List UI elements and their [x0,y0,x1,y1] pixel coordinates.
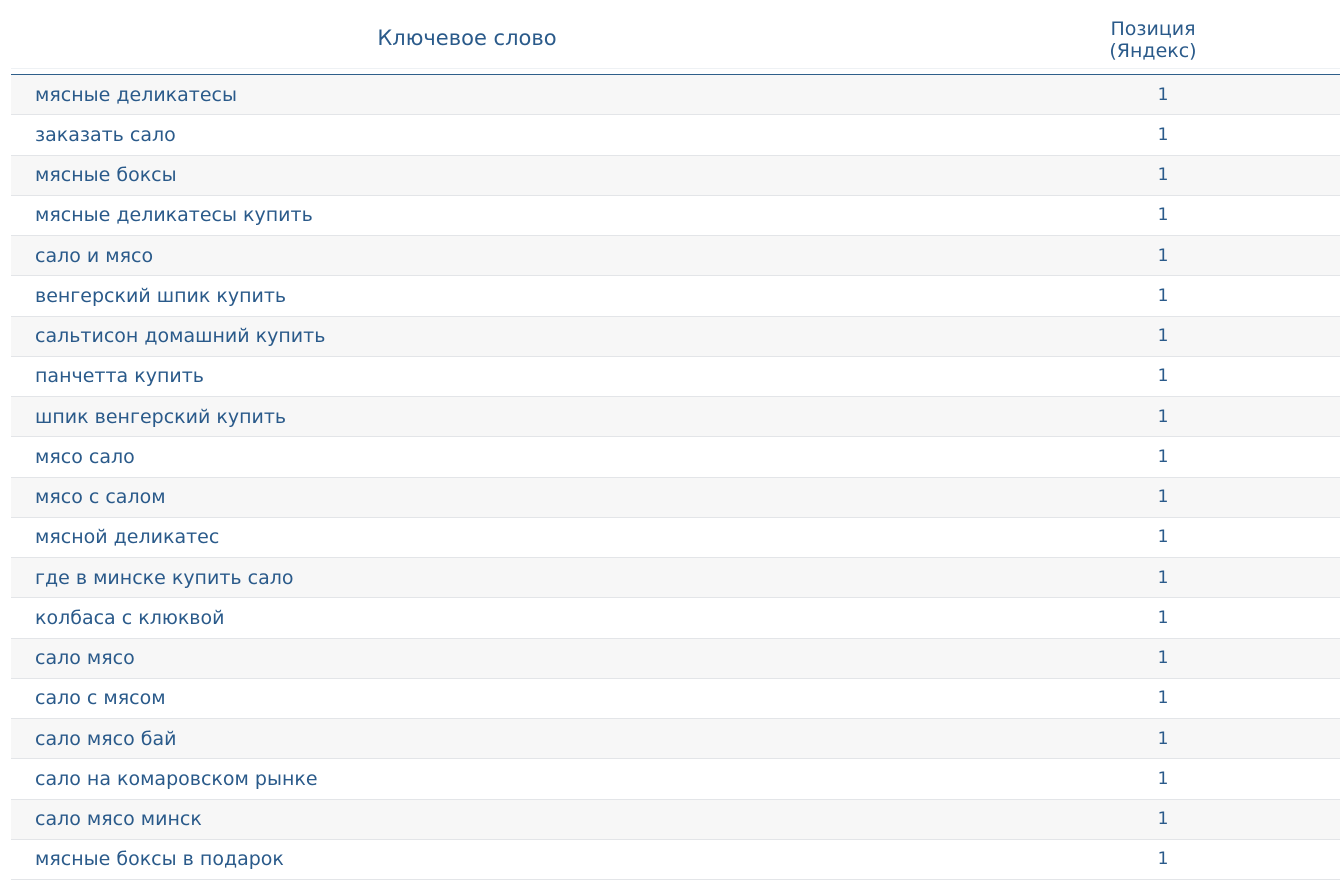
column-header-position-line1: Позиция [1110,18,1196,40]
keyword-cell: где в минске купить сало [35,566,294,589]
position-cell: 1 [1157,768,1169,789]
column-header-position-line2: (Яндекс) [1109,40,1197,62]
keyword-cell: сальтисон домашний купить [35,325,326,348]
table-row: мясной деликатес 1 [11,517,1340,558]
column-header-position[interactable]: Позиция (Яндекс) [1093,18,1213,62]
keyword-cell: сало мясо [35,647,135,670]
table-row: заказать сало 1 [11,115,1340,156]
table-row: сало мясо бай 1 [11,719,1340,760]
position-cell: 1 [1157,285,1169,306]
position-cell: 1 [1157,809,1169,830]
table-row: сало и мясо 1 [11,236,1340,277]
keyword-cell: сало и мясо [35,244,154,267]
keyword-cell: мясной деликатес [35,526,220,549]
keyword-cell: мясные боксы [35,164,177,187]
position-cell: 1 [1157,487,1169,508]
table-row: сало мясо 1 [11,638,1340,679]
position-cell: 1 [1157,205,1169,226]
table-row: колбаса с клюквой 1 [11,598,1340,639]
keyword-cell: сало мясо минск [35,808,202,831]
keyword-cell: сало мясо бай [35,727,177,750]
position-cell: 1 [1157,124,1169,145]
table-row: мясные деликатесы 1 [11,75,1340,116]
table-row: сальтисон домашний купить 1 [11,316,1340,357]
keyword-cell: колбаса с клюквой [35,606,225,629]
table-row: панчетта купить 1 [11,356,1340,397]
position-cell: 1 [1157,245,1169,266]
table-row: мясо сало 1 [11,437,1340,478]
position-cell: 1 [1157,406,1169,427]
position-cell: 1 [1157,728,1169,749]
keyword-positions-table: Ключевое слово Позиция (Яндекс) мясные д… [11,0,1340,880]
position-cell: 1 [1157,326,1169,347]
table-row: венгерский шпик купить 1 [11,276,1340,317]
table-row: мясные боксы 1 [11,155,1340,196]
keyword-cell: мясные деликатесы купить [35,204,313,227]
table-row: где в минске купить сало 1 [11,558,1340,599]
table-row: мясные деликатесы купить 1 [11,195,1340,236]
position-cell: 1 [1157,849,1169,870]
keyword-cell: шпик венгерский купить [35,405,287,428]
keyword-cell: мясные деликатесы [35,83,238,106]
keyword-cell: мясо сало [35,445,135,468]
position-cell: 1 [1157,84,1169,105]
column-header-keyword[interactable]: Ключевое слово [11,0,923,75]
keyword-cell: мясо с салом [35,486,166,509]
table-row: мясо с салом 1 [11,477,1340,518]
header-divider [11,68,1340,69]
position-cell: 1 [1157,567,1169,588]
position-cell: 1 [1157,527,1169,548]
position-cell: 1 [1157,165,1169,186]
keyword-cell: сало на комаровском рынке [35,767,318,790]
position-cell: 1 [1157,366,1169,387]
keyword-cell: панчетта купить [35,365,204,388]
keyword-cell: сало с мясом [35,687,166,710]
table-row: сало с мясом 1 [11,678,1340,719]
table-row: шпик венгерский купить 1 [11,397,1340,438]
table-row: сало мясо минск 1 [11,799,1340,840]
position-cell: 1 [1157,648,1169,669]
table-header: Ключевое слово Позиция (Яндекс) [11,0,1340,75]
keyword-cell: заказать сало [35,123,176,146]
keyword-cell: мясные боксы в подарок [35,848,284,871]
position-cell: 1 [1157,446,1169,467]
table-row: мясные боксы в подарок 1 [11,839,1340,880]
position-cell: 1 [1157,607,1169,628]
table-body: мясные деликатесы 1 заказать сало 1 мясные б… [11,75,1340,880]
table-row: сало на комаровском рынке 1 [11,759,1340,800]
position-cell: 1 [1157,688,1169,709]
keyword-cell: венгерский шпик купить [35,284,287,307]
